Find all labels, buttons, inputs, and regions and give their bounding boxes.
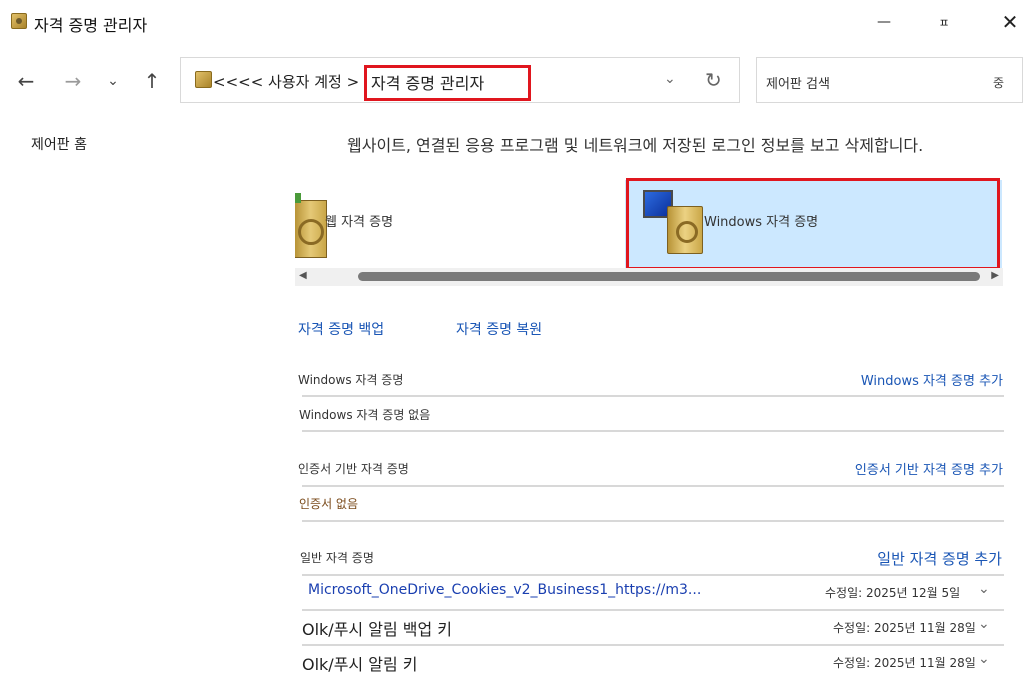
divider [302, 430, 1004, 432]
windows-credentials-empty: Windows 자격 증명 없음 [299, 408, 431, 422]
expand-chevron-icon[interactable]: ⌄ [978, 581, 990, 597]
divider [302, 395, 1004, 397]
credential-modified-date: 수정일: 2025년 11월 28일 [833, 621, 976, 635]
windows-tile-highlight-box [626, 178, 1000, 270]
tile-web-label: 웹 자격 증명 [325, 215, 394, 230]
sidebar-control-panel-home[interactable]: 제어판 홈 [31, 134, 87, 154]
add-certificate-credential-link[interactable]: 인증서 기반 자격 증명 추가 [855, 459, 1003, 478]
divider [302, 520, 1004, 522]
control-panel-icon [195, 71, 212, 88]
address-dropdown-icon[interactable]: ⌄ [664, 71, 676, 87]
address-highlight-box [364, 65, 531, 101]
credential-name[interactable]: Microsoft_OneDrive_Cookies_v2_Business1_… [308, 582, 701, 598]
maximize-button[interactable]: ㅍ [922, 6, 966, 38]
scrollbar-thumb[interactable] [358, 272, 980, 281]
search-box[interactable]: 제어판 검색 중 [756, 57, 1023, 103]
scroll-right-arrow-icon[interactable]: ▶ [991, 270, 999, 281]
credential-row[interactable]: Microsoft_OneDrive_Cookies_v2_Business1_… [302, 575, 1004, 609]
credential-name[interactable]: Olk/푸시 알림 백업 키 [302, 616, 452, 640]
credential-row[interactable]: Olk/푸시 알림 키 수정일: 2025년 11월 28일 ⌄ [302, 645, 1004, 678]
generic-credentials-heading: 일반 자격 증명 [300, 551, 374, 565]
add-generic-credential-link[interactable]: 일반 자격 증명 추가 [877, 548, 1002, 569]
credential-manager-icon [11, 13, 27, 29]
page-description: 웹사이트, 연결된 응용 프로그램 및 네트워크에 저장된 로그인 정보를 보고… [347, 136, 924, 155]
refresh-icon[interactable]: ↻ [705, 68, 722, 92]
search-input[interactable]: 제어판 검색 [766, 73, 830, 92]
divider [302, 485, 1004, 487]
recent-locations-button[interactable]: ⌄ [98, 66, 128, 96]
minimize-button[interactable]: — [862, 6, 906, 38]
close-button[interactable]: ✕ [988, 6, 1024, 38]
search-icon[interactable]: 중 [993, 74, 1004, 91]
scroll-left-arrow-icon[interactable]: ◀ [299, 270, 307, 281]
certificate-credentials-empty: 인증서 없음 [299, 497, 359, 511]
credential-modified-date: 수정일: 2025년 11월 28일 [833, 656, 976, 670]
back-button[interactable]: ← [11, 66, 41, 96]
expand-chevron-icon[interactable]: ⌄ [978, 616, 990, 632]
address-bar[interactable]: <<<< 사용자 계정 > 자격 증명 관리자 ⌄ ↻ [180, 57, 740, 103]
windows-credentials-heading: Windows 자격 증명 [298, 373, 404, 387]
title-bar: 자격 증명 관리자 — ㅍ ✕ [0, 0, 1024, 44]
add-windows-credential-link[interactable]: Windows 자격 증명 추가 [861, 370, 1003, 389]
credential-row[interactable]: Olk/푸시 알림 백업 키 수정일: 2025년 11월 28일 ⌄ [302, 610, 1004, 644]
tile-web-credentials[interactable]: 웹 자격 증명 [295, 186, 625, 266]
web-credentials-safe-icon [295, 193, 327, 258]
certificate-credentials-heading: 인증서 기반 자격 증명 [298, 462, 409, 476]
navigation-bar: ← → ⌄ ↑ <<<< 사용자 계정 > 자격 증명 관리자 ⌄ ↻ 제어판 … [0, 52, 1024, 108]
horizontal-scrollbar[interactable]: ◀ ▶ [295, 268, 1003, 286]
credential-modified-date: 수정일: 2025년 12월 5일 [825, 586, 961, 600]
forward-button[interactable]: → [58, 66, 88, 96]
backup-credentials-link[interactable]: 자격 증명 백업 [298, 319, 384, 339]
expand-chevron-icon[interactable]: ⌄ [978, 651, 990, 667]
window-title: 자격 증명 관리자 [34, 16, 148, 35]
credential-name[interactable]: Olk/푸시 알림 키 [302, 651, 417, 675]
breadcrumb-user-accounts[interactable]: <<<< 사용자 계정 > [213, 71, 359, 92]
up-button[interactable]: ↑ [137, 66, 167, 96]
restore-credentials-link[interactable]: 자격 증명 복원 [456, 319, 542, 339]
